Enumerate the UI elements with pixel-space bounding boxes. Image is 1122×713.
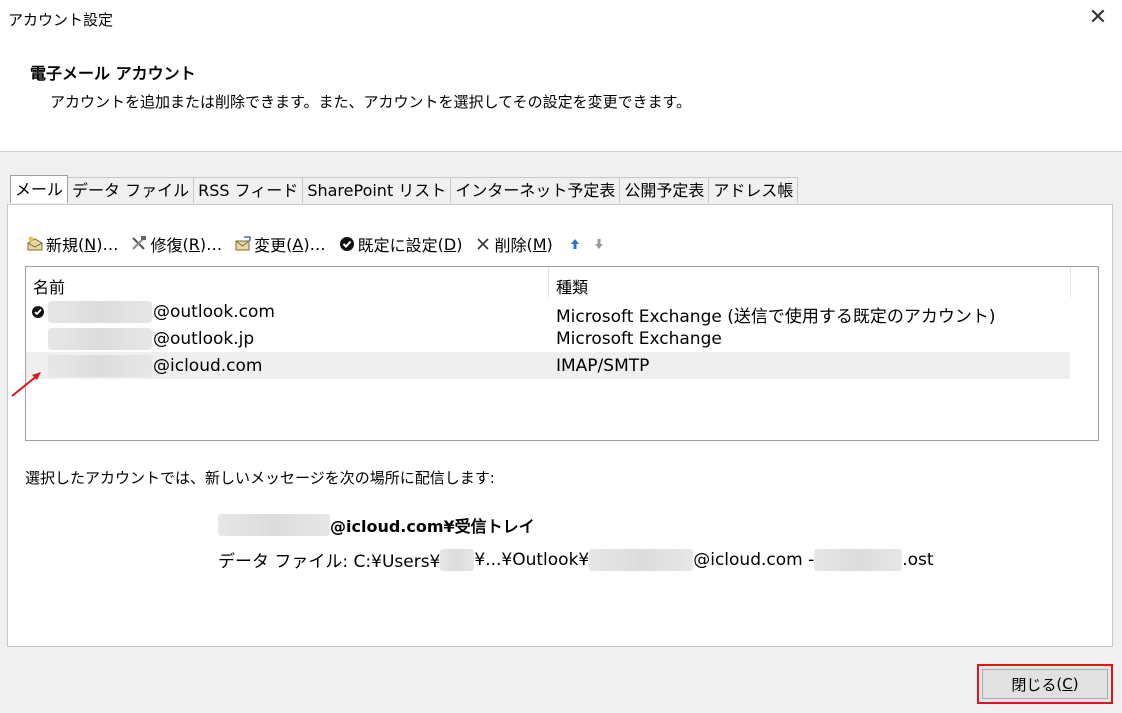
redacted-file-name	[814, 548, 903, 571]
data-file-extension: .ost	[902, 549, 934, 570]
repair-account-button[interactable]: 修復(R)…	[130, 232, 222, 256]
redacted-account-name	[218, 514, 330, 536]
account-row-icloud-com[interactable]: @icloud.com IMAP/SMTP	[26, 352, 1070, 379]
account-row-outlook-com[interactable]: @outlook.com Microsoft Exchange (送信で使用する…	[26, 298, 1070, 327]
tab-internet-calendars[interactable]: インターネット予定表	[450, 177, 621, 203]
column-header-type[interactable]: 種類	[556, 274, 588, 298]
tab-strip: メール データ ファイル RSS フィード SharePoint リスト インタ…	[10, 175, 799, 205]
redacted-username	[440, 548, 475, 571]
delivery-folder-path: @icloud.com¥受信トレイ	[330, 517, 535, 536]
account-row-outlook-jp[interactable]: @outlook.jp Microsoft Exchange	[26, 325, 1070, 352]
column-header-name[interactable]: 名前	[33, 274, 65, 298]
account-list[interactable]: 名前 種類 @outlook.com Microsoft Exchange (送…	[25, 266, 1099, 441]
list-header: 名前 種類	[26, 267, 1071, 298]
annotation-arrow-icon	[11, 372, 41, 397]
data-file-account: @icloud.com -	[693, 549, 815, 570]
account-name: @outlook.jp	[153, 329, 255, 349]
redacted-account-name	[48, 301, 152, 323]
account-type: IMAP/SMTP	[556, 356, 650, 376]
repair-tools-icon	[130, 235, 148, 253]
redacted-account-name	[48, 328, 152, 350]
change-account-button[interactable]: 変更(A)…	[234, 232, 326, 256]
account-name: @icloud.com	[153, 356, 263, 376]
header-title: 電子メール アカウント	[30, 64, 196, 83]
column-divider[interactable]	[1070, 267, 1071, 297]
new-account-button[interactable]: 新規(N)…	[26, 232, 118, 256]
close-button-highlight: 閉じる(C)	[977, 664, 1113, 704]
tab-address-books[interactable]: アドレス帳	[708, 177, 799, 203]
change-account-icon	[234, 235, 252, 253]
account-type: Microsoft Exchange (送信で使用する既定のアカウント)	[556, 307, 996, 327]
delivery-location-label: 選択したアカウントでは、新しいメッセージを次の場所に配信します:	[25, 469, 495, 487]
dialog-header: 電子メール アカウント アカウントを追加または削除できます。また、アカウントを選…	[0, 38, 1122, 152]
tab-mail[interactable]: メール	[10, 175, 69, 203]
arrow-down-icon[interactable]	[591, 235, 607, 253]
checkmark-circle-icon	[338, 235, 356, 253]
new-account-icon	[26, 235, 44, 253]
redacted-account-name	[589, 548, 694, 571]
account-toolbar: 新規(N)… 修復(R)… 変更(A)… 既定に設定(D) 削除(M)	[26, 232, 613, 256]
remove-account-button[interactable]: 削除(M)	[474, 232, 553, 256]
default-account-check-icon	[31, 304, 45, 318]
mail-tab-panel: 新規(N)… 修復(R)… 変更(A)… 既定に設定(D) 削除(M) 名前 種…	[7, 204, 1113, 647]
window-title: アカウント設定	[8, 11, 114, 29]
close-button[interactable]: 閉じる(C)	[982, 669, 1108, 699]
set-default-button[interactable]: 既定に設定(D)	[338, 232, 462, 256]
tab-sharepoint-lists[interactable]: SharePoint リスト	[302, 177, 452, 203]
tab-data-files[interactable]: データ ファイル	[67, 177, 195, 203]
redacted-account-name	[48, 355, 152, 377]
tab-published-calendars[interactable]: 公開予定表	[619, 177, 710, 203]
header-subtitle: アカウントを追加または削除できます。また、アカウントを選択してその設定を変更でき…	[50, 93, 692, 111]
title-bar: アカウント設定 ✕	[0, 0, 1122, 38]
arrow-up-icon[interactable]	[567, 235, 583, 253]
data-file-mid: ¥...¥Outlook¥	[474, 549, 590, 570]
delivery-folder: @icloud.com¥受信トレイ	[218, 513, 535, 537]
close-icon[interactable]: ✕	[1086, 6, 1110, 30]
data-file-path: データ ファイル: C:¥Users¥ ¥...¥Outlook¥ @iclou…	[218, 547, 934, 572]
account-name: @outlook.com	[153, 302, 275, 322]
account-type: Microsoft Exchange	[556, 329, 722, 349]
x-icon	[474, 235, 492, 253]
data-file-prefix: データ ファイル: C:¥Users¥	[218, 552, 441, 572]
tab-rss-feeds[interactable]: RSS フィード	[193, 177, 304, 203]
column-divider[interactable]	[548, 267, 549, 297]
